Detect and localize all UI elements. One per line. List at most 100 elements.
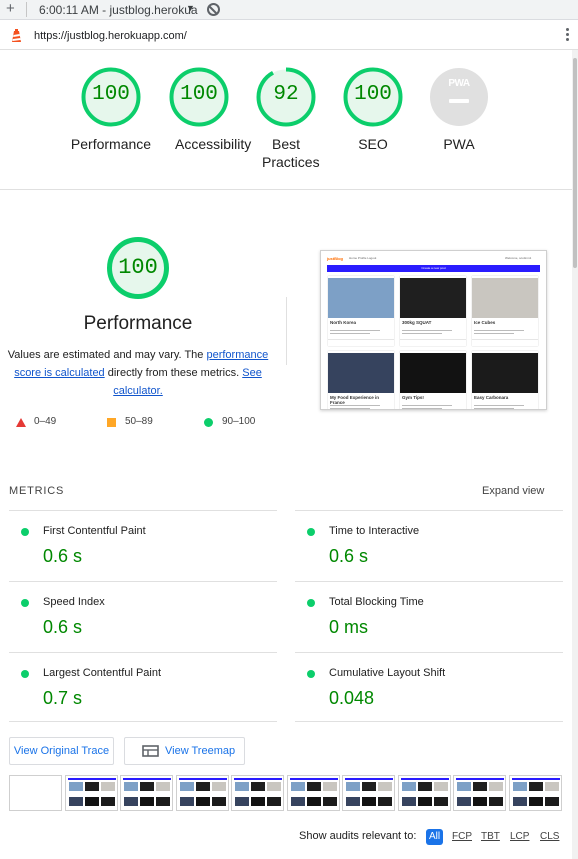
filter-lcp[interactable]: LCP [507, 829, 532, 845]
metric-value: 0.7 s [43, 688, 83, 708]
browser-title-bar: + 6:00:11 AM - justblog.herokua ▼ [0, 0, 578, 20]
filter-cls[interactable]: CLS [537, 829, 562, 845]
frame-thumb [544, 797, 559, 806]
view-trace-button[interactable]: View Original Trace [9, 737, 114, 765]
frame-banner [289, 778, 338, 780]
frame-thumb [401, 797, 416, 806]
frame-thumb [346, 782, 360, 791]
frame-thumb [378, 782, 392, 791]
metric-value: 0 ms [329, 617, 369, 637]
block-icon[interactable] [207, 3, 220, 16]
screenshot-card-text [474, 405, 524, 406]
frame-thumb [433, 797, 448, 806]
filter-tbt[interactable]: TBT [478, 829, 503, 845]
performance-description: Values are estimated and may vary. The p… [6, 346, 270, 400]
frame-thumb [211, 797, 226, 806]
frame-thumb [362, 782, 376, 791]
frame-thumb [140, 797, 154, 806]
frame-thumb [473, 797, 487, 806]
frame-banner [511, 778, 560, 780]
divider [0, 189, 572, 190]
pass-circle-icon [307, 528, 315, 536]
final-screenshot[interactable]: justBlog Home Profile Logout Welcome, sc… [320, 250, 547, 410]
gauge-performance[interactable]: 100 [81, 67, 141, 127]
gauge-label: Best Practices [262, 136, 320, 170]
screenshot-card-divider [472, 339, 538, 340]
gauge-accessibility[interactable]: 100 [169, 67, 229, 127]
screenshot-card-text [474, 333, 514, 334]
frame-thumb [378, 797, 392, 806]
gauge-label: Accessibility [175, 136, 252, 152]
screenshot-card-image [400, 353, 466, 393]
scrollbar-thumb[interactable] [573, 58, 577, 268]
screenshot-nav: Home Profile Logout [349, 256, 376, 260]
screenshot-card-text [474, 330, 524, 331]
frame-thumb [179, 797, 194, 806]
filmstrip-frame [120, 775, 173, 811]
plus-icon[interactable]: + [6, 1, 15, 17]
url-text[interactable]: https://justblog.herokuapp.com/ [34, 30, 187, 42]
filter-all[interactable]: All [426, 829, 444, 845]
tab-title[interactable]: 6:00:11 AM - justblog.herokua [39, 3, 198, 17]
filmstrip-frame [231, 775, 284, 811]
metric-value: 0.048 [329, 688, 375, 708]
caret-down-icon[interactable]: ▼ [186, 3, 195, 13]
frame-banner [178, 778, 227, 780]
screenshot-card: North Korea [328, 276, 394, 346]
screenshot-card-text [330, 408, 370, 409]
frame-thumb [512, 782, 527, 791]
screenshot-card-image [328, 278, 394, 318]
frame-thumb [290, 782, 305, 791]
pass-circle-icon [21, 670, 29, 678]
frame-thumb [211, 782, 226, 791]
gauge-score: 92 [273, 83, 299, 106]
pass-circle-icon [307, 670, 315, 678]
gauge-seo[interactable]: 100 [343, 67, 403, 127]
screenshot-card: Ice Cubes [472, 276, 538, 346]
screenshot-card-text [402, 405, 452, 406]
gauge-score: 100 [354, 83, 392, 106]
filmstrip-frame [286, 775, 340, 811]
filmstrip-frame [453, 775, 506, 811]
gauge-best-practices[interactable]: 92 [256, 67, 316, 127]
screenshot-card-divider [400, 339, 466, 340]
filmstrip-frame [397, 775, 451, 811]
filmstrip-frame [342, 775, 395, 811]
frame-thumb [124, 782, 138, 791]
screenshot-card: Gym Tips! [400, 351, 466, 409]
metric-name: Speed Index [43, 596, 105, 608]
frame-thumb [306, 782, 321, 791]
frame-thumb [235, 782, 249, 791]
frame-banner [456, 778, 504, 780]
divider [9, 721, 277, 722]
frame-thumb [156, 782, 170, 791]
pass-circle-icon [21, 528, 29, 536]
frame-banner [400, 778, 449, 780]
screenshot-card-text [330, 405, 380, 406]
filter-fcp[interactable]: FCP [449, 829, 475, 845]
screenshot-card-title: 300kg SQUAT [402, 320, 432, 325]
screenshot-card-title: North Korea [330, 320, 357, 325]
frame-thumb [235, 797, 249, 806]
circle-icon [204, 418, 213, 427]
frame-thumb [68, 782, 83, 791]
kebab-menu-icon[interactable] [566, 28, 570, 44]
screenshot-nav-item: Logout [367, 256, 377, 260]
expand-view-button[interactable]: Expand view [482, 485, 544, 497]
frame-thumb [251, 797, 265, 806]
frame-thumb [84, 797, 99, 806]
view-treemap-button[interactable]: View Treemap [124, 737, 245, 765]
metric-value: 0.6 s [43, 546, 83, 566]
scrollbar[interactable] [572, 50, 578, 859]
frame-thumb [124, 797, 138, 806]
frame-thumb [489, 782, 503, 791]
pwa-badge[interactable]: PWA [430, 68, 488, 126]
frame-thumb [179, 782, 194, 791]
frame-thumb [68, 797, 83, 806]
filmstrip-frame [508, 775, 562, 811]
frame-thumb [544, 782, 559, 791]
screenshot-card: My Food Experience in France [328, 351, 394, 409]
divider [286, 297, 287, 365]
gauge-score: 100 [180, 83, 218, 106]
performance-score: 100 [118, 255, 158, 280]
